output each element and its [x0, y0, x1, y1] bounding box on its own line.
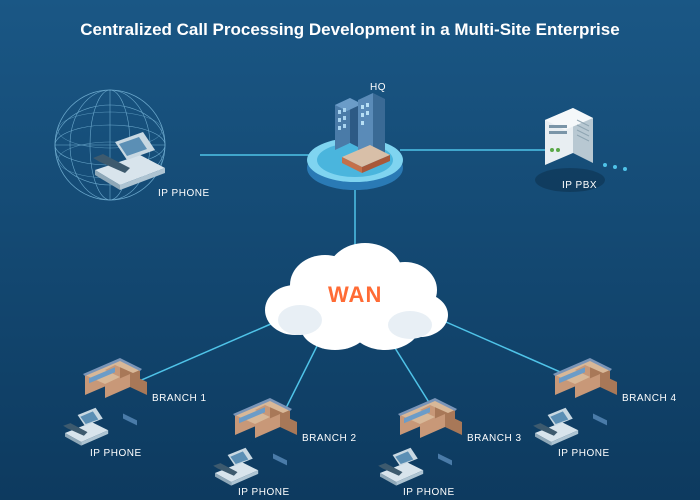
wan-label: WAN [328, 282, 382, 308]
branch-4-phone-label: IP PHONE [558, 448, 610, 459]
branch-3-phone-label: IP PHONE [403, 487, 455, 498]
hq-label: HQ [370, 82, 386, 93]
diagram-title: Centralized Call Processing Development … [0, 20, 700, 40]
branch-1-phone-icon [63, 408, 108, 446]
branches-layer [0, 0, 700, 500]
branch-3-phone-icon [378, 448, 423, 486]
branch-4-label: BRANCH 4 [622, 393, 677, 404]
branch-2-label: BRANCH 2 [302, 433, 357, 444]
branch-2-phone-label: IP PHONE [238, 487, 290, 498]
branch-3-label: BRANCH 3 [467, 433, 522, 444]
branch-1-phone-label: IP PHONE [90, 448, 142, 459]
branch-4-phone-icon [533, 408, 578, 446]
branch-1-label: BRANCH 1 [152, 393, 207, 404]
ip-pbx-label: IP PBX [562, 180, 597, 191]
ip-phone-globe-label: IP PHONE [158, 188, 210, 199]
branch-2-phone-icon [213, 448, 258, 486]
